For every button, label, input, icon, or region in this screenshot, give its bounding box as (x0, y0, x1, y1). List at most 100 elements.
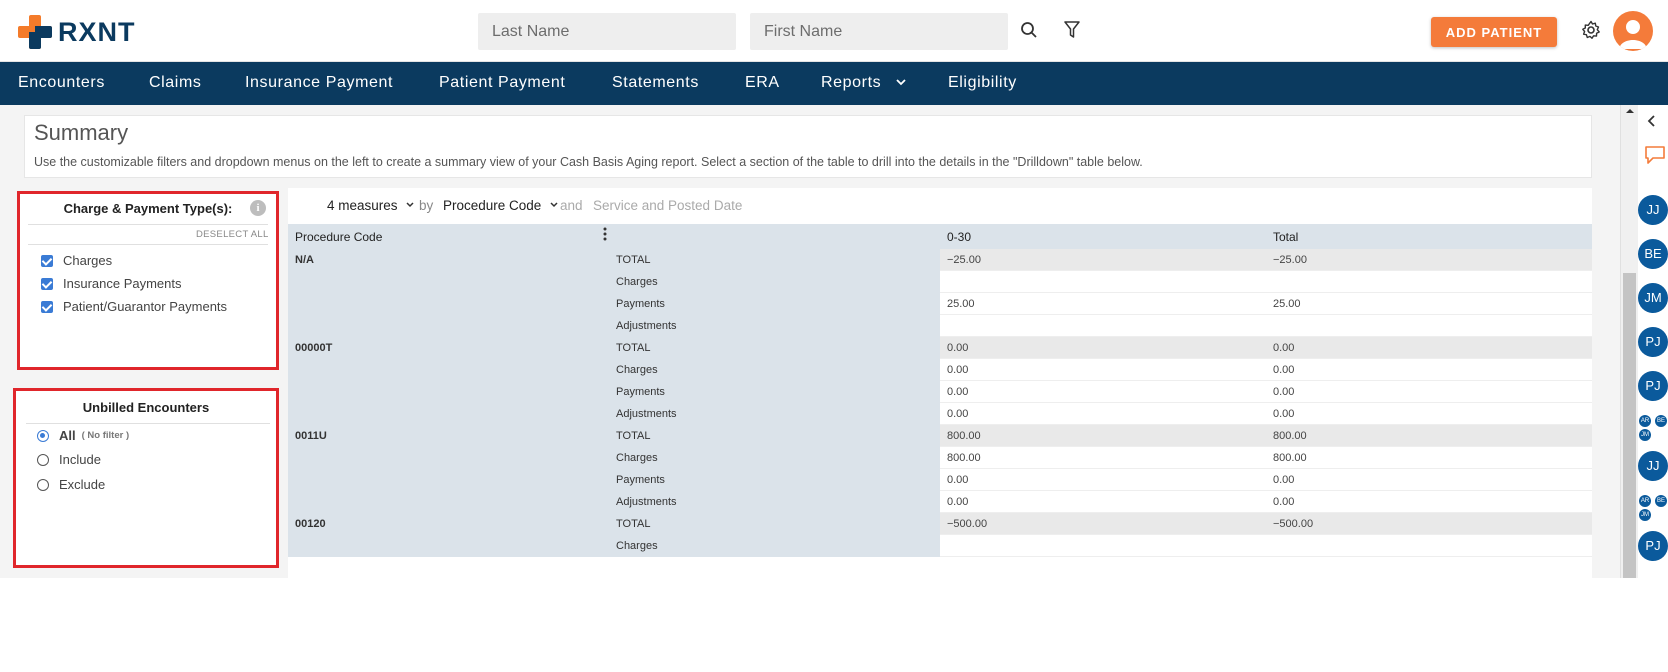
cell-total[interactable]: 25.00 (1266, 293, 1592, 315)
checkbox-checked-icon[interactable] (41, 254, 53, 267)
cell-total[interactable]: 0.00 (1266, 337, 1592, 359)
user-avatar-chip[interactable]: JM (1638, 283, 1668, 313)
procedure-code-cell[interactable]: 0011U TOTAL (288, 425, 940, 447)
checkbox-checked-icon[interactable] (41, 277, 53, 290)
first-name-input[interactable] (750, 13, 1008, 50)
cell-total[interactable]: 800.00 (1266, 447, 1592, 469)
table-row[interactable]: Payments 0.00 0.00 (288, 469, 1592, 491)
procedure-code-cell[interactable]: Payments (288, 381, 940, 403)
table-row[interactable]: Adjustments (288, 315, 1592, 337)
radio-all[interactable]: All ( No filter ) (37, 428, 129, 443)
user-avatar-chip[interactable]: PJ (1638, 531, 1668, 561)
cell-0-30[interactable]: 0.00 (940, 381, 1266, 403)
add-patient-button[interactable]: ADD PATIENT (1431, 17, 1557, 47)
cell-0-30[interactable]: 0.00 (940, 359, 1266, 381)
table-row[interactable]: Charges 0.00 0.00 (288, 359, 1592, 381)
procedure-code-cell[interactable]: Charges (288, 359, 940, 381)
last-name-input[interactable] (478, 13, 736, 50)
radio-include[interactable]: Include (37, 452, 101, 467)
mini-avatar-chip[interactable]: AR (1639, 415, 1651, 427)
deselect-all-link[interactable]: DESELECT ALL (196, 229, 269, 240)
dimension-dropdown[interactable]: Procedure Code (443, 198, 559, 213)
checkbox-checked-icon[interactable] (41, 300, 53, 313)
cell-0-30[interactable]: 25.00 (940, 293, 1266, 315)
cell-total[interactable]: 0.00 (1266, 403, 1592, 425)
patient-guarantor-payments-checkbox[interactable]: Patient/Guarantor Payments (41, 299, 227, 314)
table-row[interactable]: Charges (288, 271, 1592, 293)
nav-claims[interactable]: Claims (149, 74, 202, 92)
procedure-code-cell[interactable]: Payments (288, 469, 940, 491)
column-menu-icon[interactable] (603, 227, 607, 244)
table-row[interactable]: Payments 25.00 25.00 (288, 293, 1592, 315)
procedure-code-header[interactable]: Procedure Code (295, 230, 382, 244)
chevron-down-icon[interactable] (895, 75, 907, 93)
radio-unselected-icon[interactable] (37, 478, 49, 491)
nav-encounters[interactable]: Encounters (18, 74, 105, 92)
secondary-dimension[interactable]: Service and Posted Date (593, 198, 742, 213)
cell-0-30[interactable]: 0.00 (940, 337, 1266, 359)
cell-total[interactable]: 0.00 (1266, 381, 1592, 403)
nav-eligibility[interactable]: Eligibility (948, 74, 1017, 92)
table-row[interactable]: Payments 0.00 0.00 (288, 381, 1592, 403)
search-icon[interactable] (1017, 18, 1041, 42)
radio-exclude[interactable]: Exclude (37, 477, 105, 492)
table-row[interactable]: 00120 TOTAL −500.00 −500.00 (288, 513, 1592, 535)
table-row[interactable]: 00000T TOTAL 0.00 0.00 (288, 337, 1592, 359)
cell-0-30[interactable]: −25.00 (940, 249, 1266, 271)
cell-0-30[interactable]: 800.00 (940, 447, 1266, 469)
mini-avatar-chip[interactable]: BE (1655, 415, 1667, 427)
measures-dropdown[interactable]: 4 measures (327, 198, 415, 213)
mini-avatar-chip[interactable]: JM (1639, 509, 1651, 521)
cell-0-30[interactable] (940, 535, 1266, 557)
table-row[interactable]: Charges (288, 535, 1592, 557)
table-row[interactable]: Adjustments 0.00 0.00 (288, 491, 1592, 513)
user-avatar-chip[interactable]: PJ (1638, 371, 1668, 401)
scroll-thumb[interactable] (1623, 273, 1636, 578)
user-avatar[interactable] (1613, 11, 1653, 51)
gear-icon[interactable] (1579, 18, 1603, 42)
cell-0-30[interactable] (940, 315, 1266, 337)
table-row[interactable]: N/A TOTAL −25.00 −25.00 (288, 249, 1592, 271)
cell-total[interactable]: 0.00 (1266, 469, 1592, 491)
nav-patient-payment[interactable]: Patient Payment (439, 74, 565, 92)
rxnt-logo[interactable]: RXNT (18, 14, 136, 50)
cell-total[interactable] (1266, 535, 1592, 557)
radio-unselected-icon[interactable] (37, 453, 49, 466)
user-avatar-chip[interactable]: JJ (1638, 451, 1668, 481)
cell-total[interactable]: 0.00 (1266, 359, 1592, 381)
procedure-code-cell[interactable]: 00120 TOTAL (288, 513, 940, 535)
nav-statements[interactable]: Statements (612, 74, 699, 92)
cell-total[interactable] (1266, 315, 1592, 337)
cell-0-30[interactable]: 800.00 (940, 425, 1266, 447)
column-total-header[interactable]: Total (1273, 230, 1298, 244)
filter-icon[interactable] (1060, 18, 1084, 42)
charges-checkbox[interactable]: Charges (41, 253, 112, 268)
cell-0-30[interactable]: 0.00 (940, 491, 1266, 513)
cell-total[interactable]: 0.00 (1266, 491, 1592, 513)
nav-era[interactable]: ERA (745, 74, 780, 92)
procedure-code-cell[interactable]: Charges (288, 535, 940, 557)
cell-total[interactable] (1266, 271, 1592, 293)
radio-selected-icon[interactable] (37, 429, 49, 442)
column-0-30-header[interactable]: 0-30 (947, 230, 971, 244)
procedure-code-cell[interactable]: Adjustments (288, 491, 940, 513)
cell-0-30[interactable]: −500.00 (940, 513, 1266, 535)
nav-insurance-payment[interactable]: Insurance Payment (245, 74, 393, 92)
table-row[interactable]: 0011U TOTAL 800.00 800.00 (288, 425, 1592, 447)
table-row[interactable]: Charges 800.00 800.00 (288, 447, 1592, 469)
cell-0-30[interactable] (940, 271, 1266, 293)
procedure-code-cell[interactable]: Adjustments (288, 315, 940, 337)
chat-icon[interactable] (1644, 145, 1666, 170)
procedure-code-cell[interactable]: Charges (288, 447, 940, 469)
user-avatar-chip[interactable]: PJ (1638, 327, 1668, 357)
procedure-code-cell[interactable]: Adjustments (288, 403, 940, 425)
procedure-code-cell[interactable]: 00000T TOTAL (288, 337, 940, 359)
procedure-code-cell[interactable]: Payments (288, 293, 940, 315)
cell-0-30[interactable]: 0.00 (940, 403, 1266, 425)
procedure-code-cell[interactable]: N/A TOTAL (288, 249, 940, 271)
mini-avatar-chip[interactable]: BE (1655, 495, 1667, 507)
user-avatar-chip[interactable]: BE (1638, 239, 1668, 269)
insurance-payments-checkbox[interactable]: Insurance Payments (41, 276, 182, 291)
table-row[interactable]: Adjustments 0.00 0.00 (288, 403, 1592, 425)
cell-0-30[interactable]: 0.00 (940, 469, 1266, 491)
